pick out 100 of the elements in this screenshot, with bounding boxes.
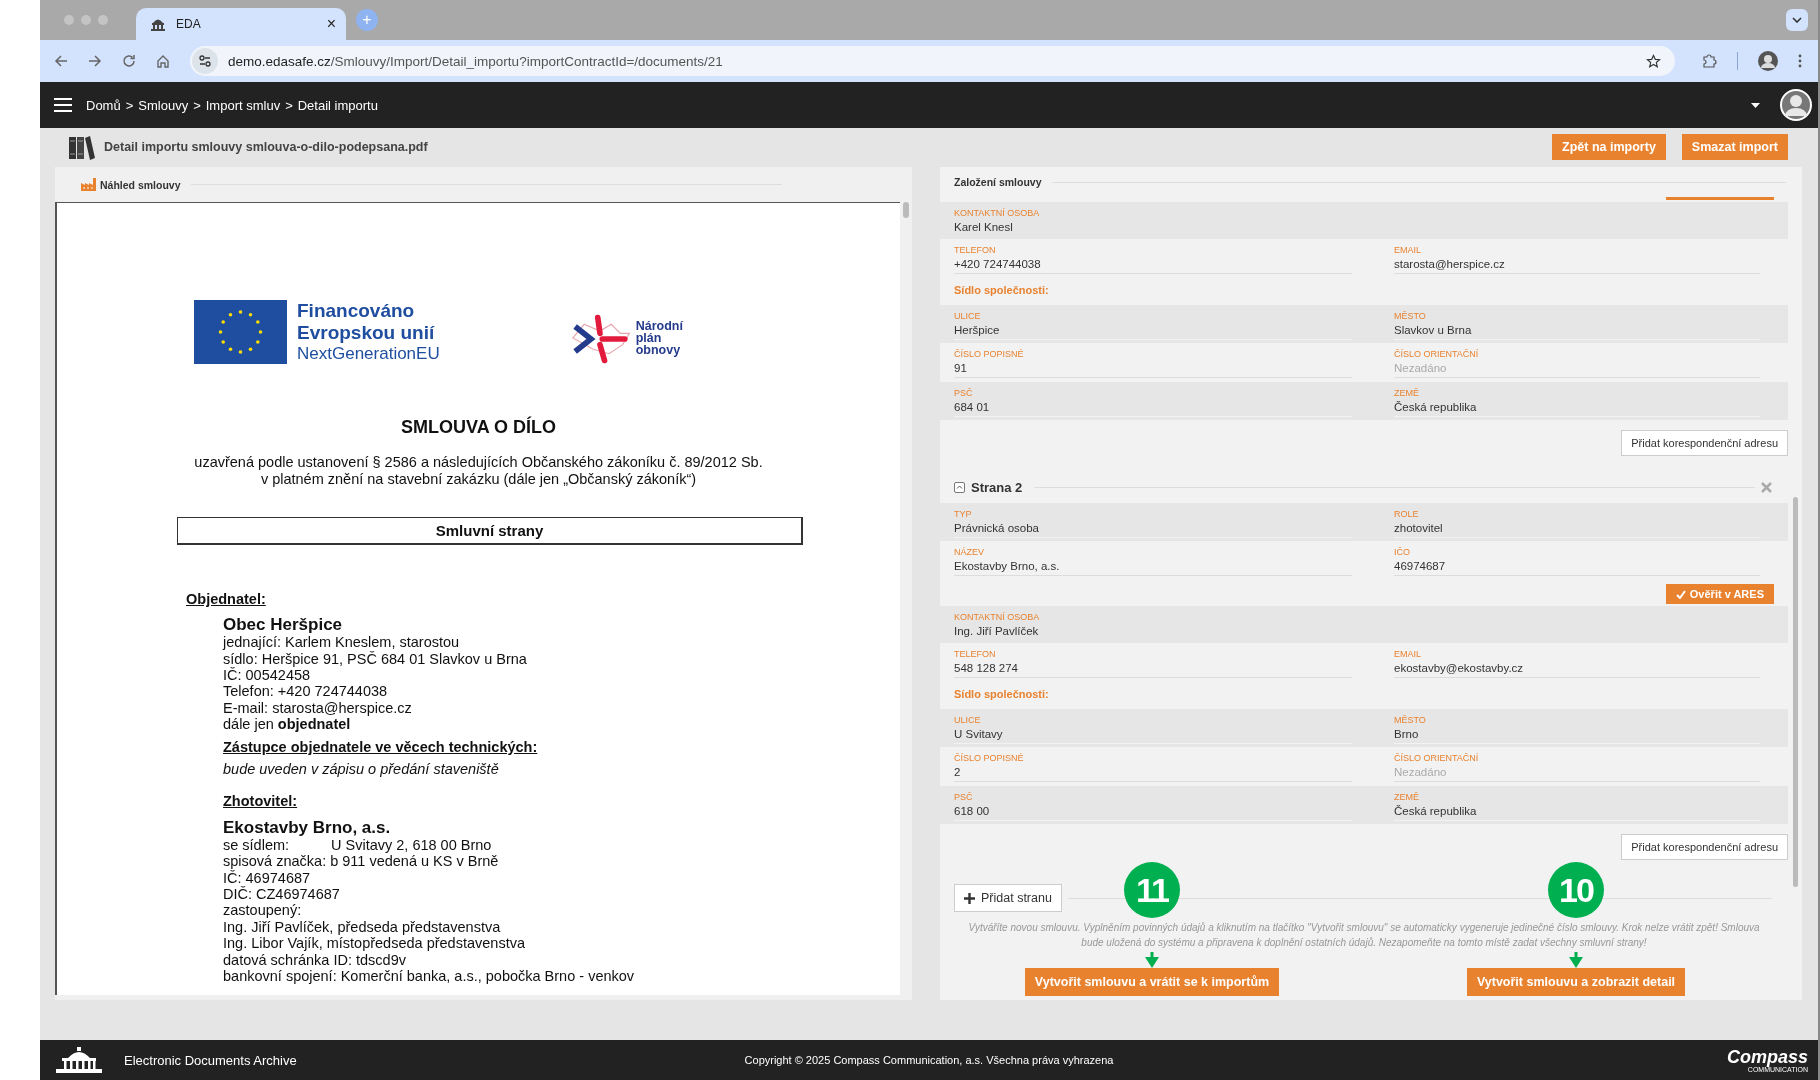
field-label: TELEFON xyxy=(954,649,997,659)
caret-icon[interactable] xyxy=(1751,102,1760,108)
flag-icon xyxy=(194,300,287,364)
avatar-icon[interactable] xyxy=(1780,89,1812,121)
field-label: MĚSTO xyxy=(1394,311,1427,321)
field-value[interactable]: ekostavby@ekostavby.cz xyxy=(1394,662,1760,678)
menu-icon[interactable] xyxy=(54,98,72,112)
document-subtitle: v platném znění na stavební zakázku (dále jen „Občanský zákoník“) xyxy=(260,471,697,489)
field-value[interactable]: Slavkov u Brna xyxy=(1394,324,1760,340)
more-icon[interactable] xyxy=(1798,54,1802,68)
star-icon[interactable] xyxy=(1646,53,1661,69)
field-value[interactable]: Karel Knesl xyxy=(954,221,1760,236)
section-title: Náhled smlouvy xyxy=(100,178,181,191)
document-line: Telefon: +420 724744038 xyxy=(223,683,388,700)
field-label: EMAIL xyxy=(1394,245,1422,255)
breadcrumb-link[interactable]: Domů xyxy=(86,97,121,113)
party-heading: Objednatel: xyxy=(186,590,266,608)
tab-list-button[interactable] xyxy=(1786,9,1808,31)
breadcrumb-separator: > xyxy=(285,97,293,113)
field-value[interactable]: +420 724744038 xyxy=(954,258,1352,274)
field-label: EMAIL xyxy=(1394,649,1422,659)
breadcrumb-link[interactable]: Smlouvy xyxy=(138,97,189,113)
document-subtitle: uzavřená podle ustanovení § 2586 a následujících Občanského zákoníku č. 89/2012 Sb. xyxy=(194,454,763,472)
field-label: MĚSTO xyxy=(1394,715,1427,725)
field-value[interactable]: zhotovitel xyxy=(1394,522,1760,538)
field-value[interactable]: Heršpice xyxy=(954,324,1352,340)
profile-icon[interactable] xyxy=(1758,51,1778,71)
field-value[interactable]: 2 xyxy=(954,766,1352,782)
field-value[interactable]: 684 01 xyxy=(954,401,1352,417)
browser-tab[interactable]: EDA × xyxy=(136,8,346,40)
chevron-icon xyxy=(1792,17,1802,23)
logo-text: obnovy xyxy=(635,344,682,357)
reload-icon[interactable] xyxy=(122,54,136,68)
party-heading: Zhotovitel: xyxy=(223,793,298,810)
group-heading: Sídlo společnosti: xyxy=(953,283,1050,298)
field-value[interactable]: Česká republika xyxy=(1394,805,1760,821)
field-label: PSČ xyxy=(954,792,974,802)
field-label: ČÍSLO POPISNÉ xyxy=(954,753,1025,763)
field-label: TELEFON xyxy=(954,245,997,255)
add-party-button[interactable]: Přidat stranu xyxy=(954,884,1062,912)
add-address-button[interactable]: Přidat korespondenční adresu xyxy=(1621,834,1788,860)
field-value[interactable]: 548 128 274 xyxy=(954,662,1352,678)
puzzle-icon[interactable] xyxy=(1701,53,1717,69)
tab-close-button[interactable]: × xyxy=(326,15,336,33)
document-value: U Svitavy 2, 618 00 Brno xyxy=(331,836,492,854)
field-label: IČO xyxy=(1394,547,1411,557)
field-value[interactable]: Ekostavby Brno, a.s. xyxy=(954,560,1352,576)
field-label: TYP xyxy=(954,509,973,519)
add-address-button[interactable]: Přidat korespondenční adresu xyxy=(1621,430,1788,456)
document-line: bankovní spojení: Komerční banka, a.s., pobočka Brno - venkov xyxy=(223,967,635,985)
copyright-text: Copyright © 2025 Compass Communication, a.s. Všechna práva vyhrazena xyxy=(744,1054,1114,1066)
document-title: SMLOUVA O DÍLO xyxy=(400,417,557,438)
pointer-arrow xyxy=(1145,952,1159,968)
field-label: PSČ xyxy=(954,388,974,398)
field-label: KONTAKTNÍ OSOBA xyxy=(954,208,1041,218)
field-label: ČÍSLO ORIENTAČNÍ xyxy=(1394,753,1480,763)
party-name: Obec Heršpice xyxy=(223,615,343,635)
info-text: Vytváříte novou smlouvu. Vyplněním povinných údajů a kliknutím na tlačítko "Vytvořit smlouvu" se automaticky vygeneruje jedinečné číslo smlouvy. Krok nelze vrátit zpět! Smlouva bude uložená do systému a připravena k doplnění ostatních údajů. Nezapomeňte na tomto místě zadat všechny smluvní strany! xyxy=(967,921,1761,950)
breadcrumb-link[interactable]: Detail importu xyxy=(297,97,378,113)
party-heading: Zástupce objednatele ve věcech technických: xyxy=(223,738,538,755)
document-line: DIČ: CZ46974687 xyxy=(223,886,340,903)
field-value[interactable]: Brno xyxy=(1394,728,1760,744)
document-line: Ing. Libor Vajík, místopředseda představenstva xyxy=(223,935,525,952)
back-icon[interactable] xyxy=(54,54,68,68)
site-settings-icon[interactable] xyxy=(192,48,218,74)
group-heading: Sídlo společnosti: xyxy=(953,687,1050,702)
field-value[interactable]: starosta@herspice.cz xyxy=(1394,258,1760,274)
field-value[interactable]: Česká republika xyxy=(1394,401,1760,417)
forward-icon[interactable] xyxy=(88,54,102,68)
field-value[interactable]: 618 00 xyxy=(954,805,1352,821)
document-line: datová schránka ID: tdscd9v xyxy=(223,951,406,968)
document-note: bude uveden v zápisu o předání staveniště xyxy=(223,761,499,778)
brand-name: Compass xyxy=(1726,1047,1808,1066)
home-icon[interactable] xyxy=(156,54,170,68)
page-title: Detail importu smlouvy smlouva-o-dilo-podepsana.pdf xyxy=(104,139,428,154)
check-icon xyxy=(1675,589,1686,599)
field-label: ZEMĚ xyxy=(1394,792,1420,802)
field-value[interactable]: Ing. Jiří Pavlíček xyxy=(954,625,1760,640)
field-value[interactable]: 91 xyxy=(954,362,1352,378)
field-label: ČÍSLO ORIENTAČNÍ xyxy=(1394,349,1480,359)
document-line: E-mail: starosta@herspice.cz xyxy=(223,699,412,717)
document-line: zastoupený: xyxy=(223,902,302,919)
field-label: ROLE xyxy=(1394,509,1420,519)
field-value[interactable]: U Svitavy xyxy=(954,728,1352,744)
document-line: sídlo: Heršpice 91, PSČ 684 01 Slavkov u Brna xyxy=(223,650,527,667)
collapse-icon[interactable] xyxy=(954,482,965,493)
logo-text: NextGenerationEU xyxy=(297,344,440,364)
field-value[interactable]: Právnická osoba xyxy=(954,522,1352,538)
field-label: ČÍSLO POPISNÉ xyxy=(954,349,1025,359)
party-name: Ekostavby Brno, a.s. xyxy=(223,817,391,837)
document-line: IČ: 46974687 xyxy=(223,869,311,886)
section-title: Založení smlouvy xyxy=(954,176,1042,188)
field-value[interactable]: 46974687 xyxy=(1394,560,1760,576)
document-line: spisová značka: b 911 vedená u KS v Brně xyxy=(223,853,499,870)
breadcrumb-separator: > xyxy=(125,97,134,113)
document-line: jednající: Karlem Kneslem, starostou xyxy=(223,634,460,651)
breadcrumb-link[interactable]: Import smluv xyxy=(205,97,281,113)
address-field[interactable]: demo.edasafe.cz/Smlouvy/Import/Detail_importu?importContractId=/documents/21 xyxy=(190,46,1675,76)
app-name: Electronic Documents Archive xyxy=(124,1052,297,1068)
building-icon xyxy=(54,1046,104,1074)
